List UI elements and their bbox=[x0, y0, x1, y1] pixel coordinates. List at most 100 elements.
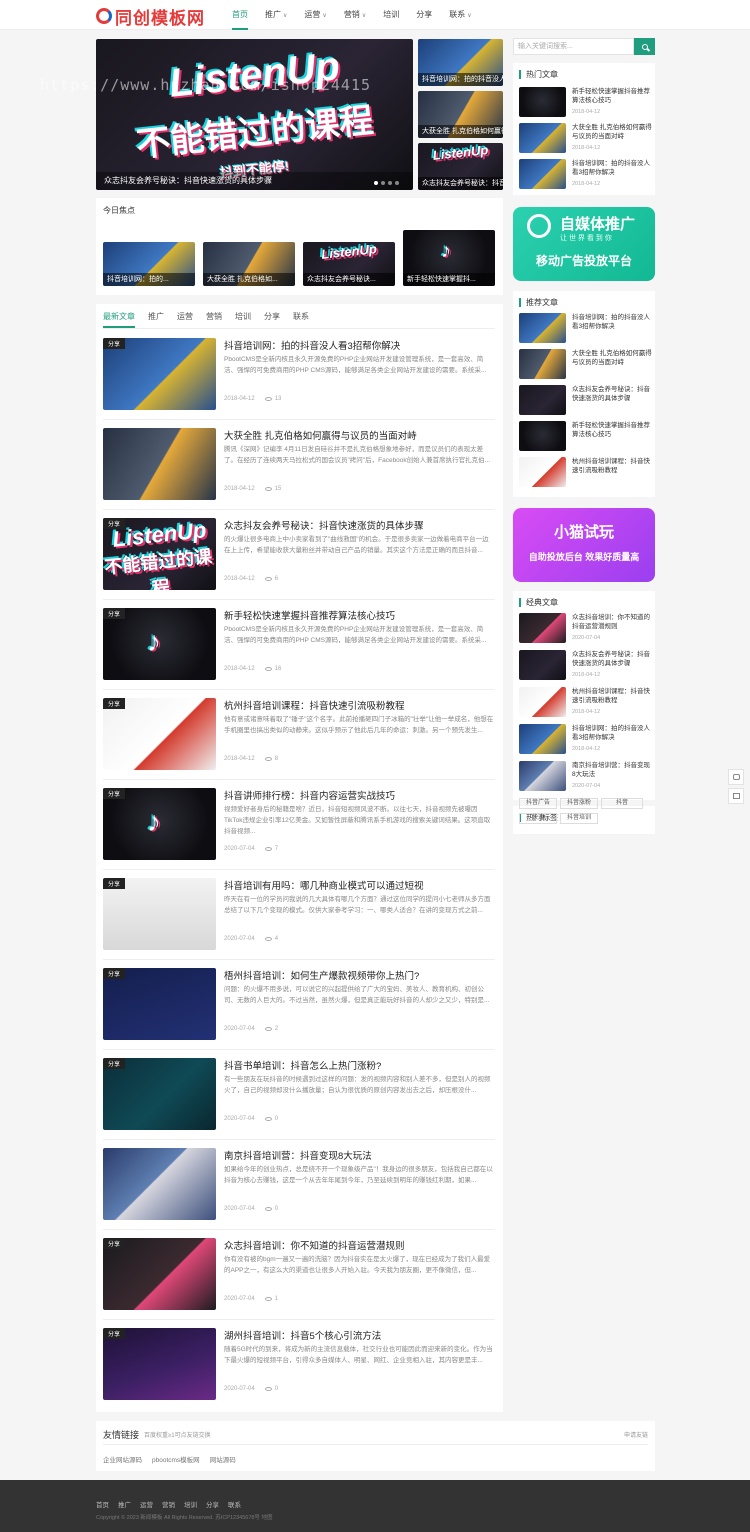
article-title[interactable]: 新手轻松快速掌握抖音推荐算法核心技巧 bbox=[224, 608, 395, 622]
side-thumbnail[interactable] bbox=[519, 613, 566, 643]
side-thumbnail[interactable] bbox=[519, 349, 566, 379]
focus-item[interactable]: 抖音培训网：拍的... bbox=[103, 242, 195, 286]
side-thumbnail[interactable] bbox=[519, 87, 566, 117]
side-thumbnail[interactable] bbox=[519, 457, 566, 487]
nav-item-6[interactable]: 联系 ∨ bbox=[449, 0, 471, 30]
article-title[interactable]: 大获全胜 扎克伯格如何赢得与议员的当面对峙 bbox=[224, 428, 417, 442]
side-item[interactable]: 大获全胜 扎克伯格如何赢得与议员的当面对峙 2018-04-12 bbox=[519, 123, 652, 153]
tab-4[interactable]: 培训 bbox=[235, 311, 251, 328]
friend-link[interactable]: 企业网站源码 bbox=[103, 1454, 142, 1464]
footer-nav-item[interactable]: 培训 bbox=[184, 1499, 197, 1509]
float-chat-button[interactable] bbox=[728, 769, 744, 785]
nav-item-0[interactable]: 首页 bbox=[232, 0, 248, 30]
article-title[interactable]: 抖音培训网：拍的抖音没人看3招帮你解决 bbox=[224, 338, 400, 352]
side-title[interactable]: 众志抖音培训：你不知道的抖音运营潜规则 bbox=[572, 613, 652, 631]
side-item[interactable]: 众志抖友会养号秘诀：抖音快速涨货的具体步骤 bbox=[519, 385, 651, 415]
side-item[interactable]: 众志抖音培训：你不知道的抖音运营潜规则 2020-07-04 bbox=[519, 613, 651, 643]
side-thumbnail[interactable] bbox=[519, 313, 566, 343]
article-thumbnail[interactable]: 分享 bbox=[103, 968, 216, 1040]
article-thumbnail[interactable]: 分享 bbox=[103, 878, 216, 950]
nav-item-2[interactable]: 运营 ∨ bbox=[304, 0, 326, 30]
nav-item-4[interactable]: 培训 bbox=[383, 0, 399, 30]
search-input[interactable]: 输入关键词搜索... bbox=[513, 38, 634, 55]
article-thumbnail[interactable]: ♪ 分享 bbox=[103, 788, 216, 860]
tab-3[interactable]: 营销 bbox=[206, 311, 222, 328]
apply-link[interactable]: 申请友链 bbox=[624, 1430, 648, 1439]
side-thumbnail[interactable] bbox=[519, 687, 566, 717]
tab-6[interactable]: 联系 bbox=[293, 311, 309, 328]
article-thumbnail[interactable] bbox=[103, 1148, 216, 1220]
footer-nav-item[interactable]: 首页 bbox=[96, 1499, 109, 1509]
tag-chip[interactable]: 快速 bbox=[519, 813, 557, 824]
article-title[interactable]: 抖音培训有用吗：哪几种商业模式可以通过短视 bbox=[224, 878, 424, 892]
article-item[interactable]: 大获全胜 扎克伯格如何赢得与议员的当面对峙 腾讯《深网》记编李 4月11日发自硅谷… bbox=[103, 428, 495, 500]
ad-banner-1[interactable]: 自媒体推广 让 世 界 看 到 你 移动广告投放平台 bbox=[513, 207, 655, 281]
side-item[interactable]: 抖音培训网：拍的抖音没人看3招帮你解决 2018-04-12 bbox=[519, 159, 651, 189]
article-title[interactable]: 南京抖音培训营：抖音变现8大玩法 bbox=[224, 1148, 372, 1162]
side-title[interactable]: 杭州抖音培训课程：抖音快速引流吸粉教程 bbox=[572, 687, 652, 705]
footer-nav-item[interactable]: 运营 bbox=[140, 1499, 153, 1509]
side-thumbnail[interactable] bbox=[519, 724, 566, 754]
side-title[interactable]: 抖音培训网：拍的抖音没人看3招帮你解决 bbox=[572, 159, 652, 177]
article-thumbnail[interactable]: 分享 bbox=[103, 1238, 216, 1310]
article-title[interactable]: 众志抖音培训：你不知道的抖音运营潜规则 bbox=[224, 1238, 405, 1252]
tab-1[interactable]: 推广 bbox=[148, 311, 164, 328]
article-item[interactable]: ListenUp 不能错过的课程 分享 众志抖友会养号秘诀：抖音快速涨货的具体步骤 的火… bbox=[103, 518, 495, 590]
side-thumbnail[interactable] bbox=[519, 159, 566, 189]
side-title[interactable]: 抖音培训网：拍的抖音没人看3招帮你解决 bbox=[572, 313, 652, 331]
footer-nav-item[interactable]: 营销 bbox=[162, 1499, 175, 1509]
footer-nav-item[interactable]: 分享 bbox=[206, 1499, 219, 1509]
article-item[interactable]: 分享 抖音培训网：拍的抖音没人看3招帮你解决 PbootCMS是全新内核且永久开源免… bbox=[103, 338, 495, 410]
side-title[interactable]: 抖音培训网：拍的抖音没人看3招帮你解决 bbox=[572, 724, 652, 742]
side-title[interactable]: 杭州抖音培训课程：抖音快速引流吸粉教程 bbox=[572, 457, 652, 475]
tab-0[interactable]: 最新文章 bbox=[103, 311, 135, 328]
article-thumbnail[interactable] bbox=[103, 428, 216, 500]
article-item[interactable]: ♪ 分享 抖音讲师排行榜：抖音内容运营实战技巧 视频爱好者身后的秘籍是啥？近日，抖音短… bbox=[103, 788, 495, 860]
side-item[interactable]: 新手轻松快速掌握抖音推荐算法核心技巧 bbox=[519, 421, 651, 451]
footer-nav-item[interactable]: 联系 bbox=[228, 1499, 241, 1509]
article-item[interactable]: 分享 众志抖音培训：你不知道的抖音运营潜规则 你有没有被的bgm一遍又一遍的洗脑？因… bbox=[103, 1238, 495, 1310]
tab-5[interactable]: 分享 bbox=[264, 311, 280, 328]
side-title[interactable]: 新手轻松快速掌握抖音推荐算法核心技巧 bbox=[572, 87, 652, 105]
hero-slider[interactable]: ListenUp 不能错过的课程 抖到不能停! 众志抖友会养号秘诀：抖音快速涨货… bbox=[96, 39, 413, 190]
article-item[interactable]: 分享 梧州抖音培训：如何生产爆款视频带你上热门? 问题：的火爆不用多说，可以说它的兴… bbox=[103, 968, 495, 1040]
article-thumbnail[interactable]: 分享 bbox=[103, 338, 216, 410]
article-item[interactable]: ♪ 分享 新手轻松快速掌握抖音推荐算法核心技巧 PbootCMS是全新内核且永久开源免… bbox=[103, 608, 495, 680]
article-title[interactable]: 抖音讲师排行榜：抖音内容运营实战技巧 bbox=[224, 788, 395, 802]
search-button[interactable] bbox=[634, 38, 655, 55]
side-item[interactable]: 众志抖友会养号秘诀：抖音快速涨货的具体步骤 2018-04-12 bbox=[519, 650, 651, 680]
nav-item-5[interactable]: 分享 bbox=[416, 0, 432, 30]
article-item[interactable]: 分享 抖音书单培训：抖音怎么上热门涨粉? 有一些朋友在玩抖音的时候遇到过这样的问题：… bbox=[103, 1058, 495, 1130]
site-logo[interactable]: 同创模板网 bbox=[96, 6, 205, 28]
article-thumbnail[interactable]: 分享 bbox=[103, 698, 216, 770]
article-title[interactable]: 梧州抖音培训：如何生产爆款视频带你上热门? bbox=[224, 968, 419, 982]
side-title[interactable]: 众志抖友会养号秘诀：抖音快速涨货的具体步骤 bbox=[572, 385, 652, 403]
side-item[interactable]: 南京抖音培训营：抖音变现8大玩法 2020-07-04 bbox=[519, 761, 651, 791]
side-title[interactable]: 新手轻松快速掌握抖音推荐算法核心技巧 bbox=[572, 421, 652, 439]
side-thumbnail[interactable] bbox=[519, 385, 566, 415]
article-title[interactable]: 杭州抖音培训课程：抖音快速引流吸粉教程 bbox=[224, 698, 405, 712]
side-item[interactable]: 杭州抖音培训课程：抖音快速引流吸粉教程 bbox=[519, 457, 651, 487]
footer-nav-item[interactable]: 推广 bbox=[118, 1499, 131, 1509]
side-thumbnail[interactable] bbox=[519, 123, 566, 153]
tag-chip[interactable]: 抖音 bbox=[601, 798, 643, 809]
hero-side-item[interactable]: ListenUp 众志抖友会养号秘诀：抖音... bbox=[418, 143, 503, 190]
tab-2[interactable]: 运营 bbox=[177, 311, 193, 328]
float-qr-button[interactable] bbox=[728, 788, 744, 804]
focus-item[interactable]: ♪ 新手轻松快速掌握抖... bbox=[403, 230, 495, 286]
article-thumbnail[interactable]: ♪ 分享 bbox=[103, 608, 216, 680]
article-title[interactable]: 众志抖友会养号秘诀：抖音快速涨货的具体步骤 bbox=[224, 518, 424, 532]
article-thumbnail[interactable]: 分享 bbox=[103, 1328, 216, 1400]
side-thumbnail[interactable] bbox=[519, 650, 566, 680]
article-title[interactable]: 湖州抖音培训：抖音5个核心引流方法 bbox=[224, 1328, 381, 1342]
side-thumbnail[interactable] bbox=[519, 761, 566, 791]
side-item[interactable]: 大获全胜 扎克伯格如何赢得与议员的当面对峙 bbox=[519, 349, 652, 379]
article-item[interactable]: 南京抖音培训营：抖音变现8大玩法 如果给今年的创业热点，总是绕不开一个现象级产品"… bbox=[103, 1148, 495, 1220]
tag-chip[interactable]: 抖音培训 bbox=[560, 813, 598, 824]
friend-link[interactable]: 网站源码 bbox=[210, 1454, 236, 1464]
article-thumbnail[interactable]: 分享 bbox=[103, 1058, 216, 1130]
article-item[interactable]: 分享 湖州抖音培训：抖音5个核心引流方法 随着5G时代的到来，将成为新的主流信息载体… bbox=[103, 1328, 495, 1400]
side-title[interactable]: 南京抖音培训营：抖音变现8大玩法 bbox=[572, 761, 652, 779]
side-item[interactable]: 新手轻松快速掌握抖音推荐算法核心技巧 2018-04-12 bbox=[519, 87, 651, 117]
friend-link[interactable]: pbootcms模板网 bbox=[152, 1454, 200, 1464]
